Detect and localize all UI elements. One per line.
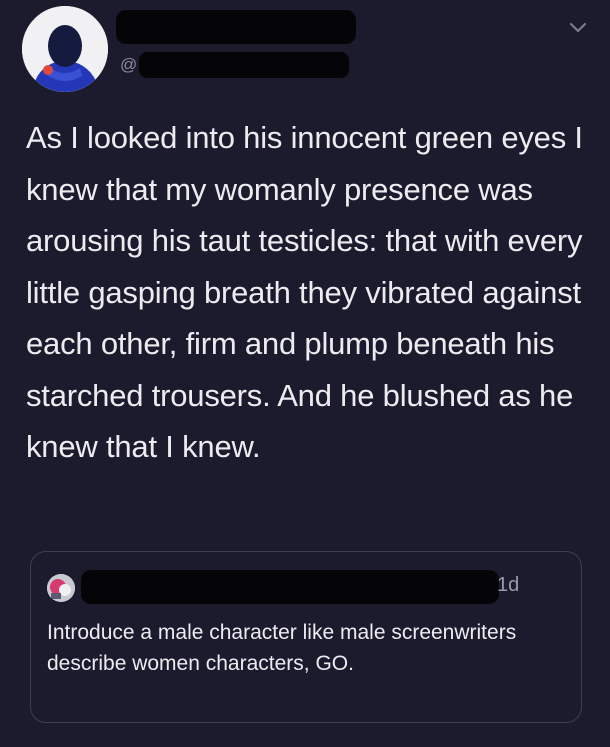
handle-redacted [139,52,350,78]
quoted-tweet-card[interactable]: 1d Introduce a male character like male … [30,551,582,723]
quoted-author-avatar [47,574,75,602]
handle-at-symbol: @ [120,55,138,74]
tweet-text: As I looked into his innocent green eyes… [26,120,583,464]
author-handle[interactable]: @ [120,50,350,80]
tweet: @ As I looked into his innocent green ey… [0,0,610,747]
quoted-timestamp: 1d [497,574,520,596]
author-avatar[interactable] [22,6,108,92]
chevron-down-icon[interactable] [568,18,588,38]
quoted-tweet-text: Introduce a male character like male scr… [47,621,517,675]
quoted-author-name-redacted [81,570,499,604]
author-name-redacted [116,10,356,44]
